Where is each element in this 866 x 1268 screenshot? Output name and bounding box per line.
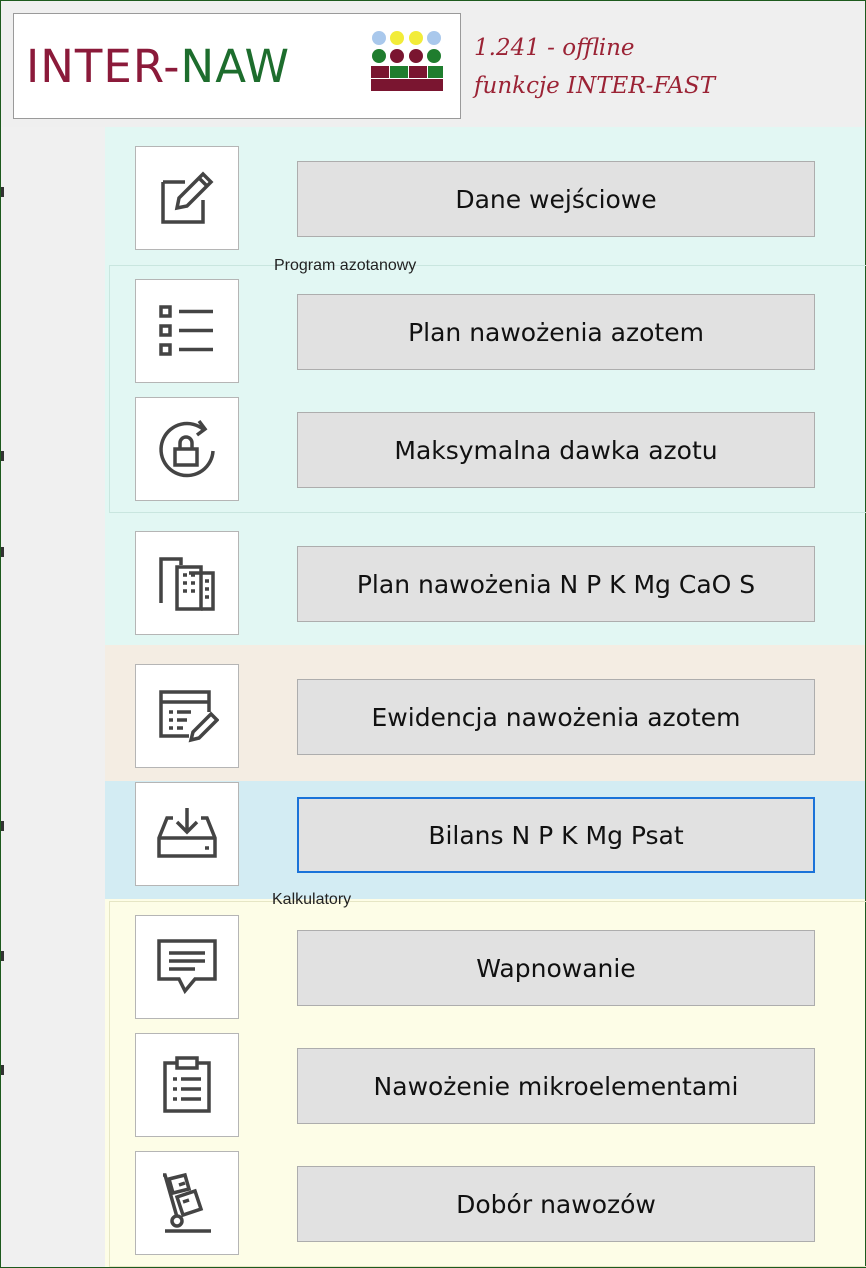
form-edit-icon <box>159 690 219 743</box>
margin-tick <box>1 1065 4 1075</box>
buildings-icon <box>159 557 215 611</box>
lock-rotate-icon-tile[interactable] <box>135 397 239 501</box>
hand-truck-icon-tile[interactable] <box>135 1151 239 1255</box>
logo-dots-icon <box>371 31 443 91</box>
version-text: 1.241 - offline <box>474 35 635 61</box>
hand-truck-icon <box>163 1172 211 1233</box>
clipboard-list-icon <box>163 1056 211 1113</box>
version-info: 1.241 - offline funkcje INTER-FAST <box>474 29 715 105</box>
lock-rotate-icon <box>159 419 215 478</box>
wapnowanie-button[interactable]: Wapnowanie <box>297 930 815 1006</box>
subtitle-text: funkcje INTER-FAST <box>474 73 716 99</box>
clipboard-list-icon-tile[interactable] <box>135 1033 239 1137</box>
form-edit-icon-tile[interactable] <box>135 664 239 768</box>
logo-inter-text: INTER- <box>26 40 181 93</box>
bilans-npk-button[interactable]: Bilans N P K Mg Psat <box>297 797 815 873</box>
dane-wejsciowe-button[interactable]: Dane wejściowe <box>297 161 815 237</box>
buildings-icon-tile[interactable] <box>135 531 239 635</box>
edit-icon <box>161 171 214 224</box>
maksymalna-dawka-azotu-button[interactable]: Maksymalna dawka azotu <box>297 412 815 488</box>
margin-tick <box>1 951 4 961</box>
ewidencja-nawozenia-button[interactable]: Ewidencja nawożenia azotem <box>297 679 815 755</box>
logo-panel: INTER-NAW <box>13 13 461 119</box>
logo-naw-text: NAW <box>180 40 291 93</box>
margin-tick <box>1 821 4 831</box>
margin-tick <box>1 187 4 197</box>
group-label-nitrate: Program azotanowy <box>274 257 417 274</box>
left-margin <box>1 127 105 1267</box>
plan-nawozenia-azotem-button[interactable]: Plan nawożenia azotem <box>297 294 815 370</box>
logo-wordmark: INTER-NAW <box>26 40 290 93</box>
inbox-download-icon <box>157 808 217 858</box>
comment-icon-tile[interactable] <box>135 915 239 1019</box>
nawozenie-mikroelementami-button[interactable]: Nawożenie mikroelementami <box>297 1048 815 1124</box>
edit-icon-tile[interactable] <box>135 146 239 250</box>
margin-tick <box>1 451 4 461</box>
app-window: INTER-NAW 1.241 - offline funkcje INTER-… <box>0 0 866 1268</box>
dobor-nawozow-button[interactable]: Dobór nawozów <box>297 1166 815 1242</box>
plan-nawozenia-npk-button[interactable]: Plan nawożenia N P K Mg CaO S <box>297 546 815 622</box>
checklist-icon <box>159 305 213 356</box>
comment-icon <box>157 939 217 995</box>
inbox-download-icon-tile[interactable] <box>135 782 239 886</box>
group-label-calculators: Kalkulatory <box>272 891 352 908</box>
margin-tick <box>1 547 4 557</box>
checklist-icon-tile[interactable] <box>135 279 239 383</box>
